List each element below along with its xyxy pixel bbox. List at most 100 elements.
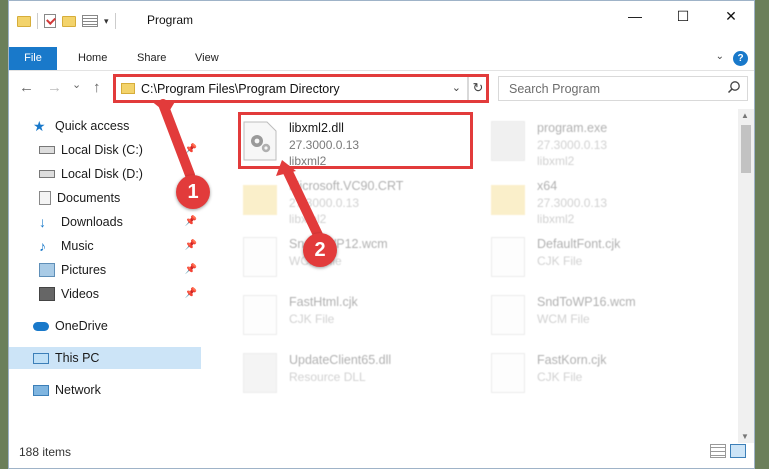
sidebar-item-label: Documents: [57, 191, 121, 205]
pin-icon[interactable]: 📌: [185, 144, 197, 155]
help-icon[interactable]: ?: [733, 51, 748, 66]
pictures-icon: [39, 263, 55, 277]
sidebar-item-documents[interactable]: Documents 📌: [9, 187, 201, 209]
sidebar-item-label: OneDrive: [55, 319, 108, 333]
file-item-fastkorn[interactable]: FastKorn.cjk CJK File: [481, 347, 721, 407]
drive-icon: [39, 170, 55, 178]
documents-icon: [39, 191, 51, 205]
sidebar-item-label: Local Disk (C:): [61, 143, 143, 157]
file-name: UpdateClient65.dll: [289, 353, 392, 367]
file-icon: [243, 295, 277, 335]
pc-icon: [33, 352, 49, 364]
folder-icon: [17, 15, 31, 27]
videos-icon: [39, 287, 55, 301]
sidebar-item-local-disk-c[interactable]: Local Disk (C:) 📌: [9, 139, 201, 161]
file-description: libxml2: [537, 154, 575, 168]
file-name: x64: [537, 179, 558, 193]
file-icon: [491, 353, 525, 393]
sidebar-item-label: Local Disk (D:): [61, 167, 143, 181]
file-icon: [491, 295, 525, 335]
sidebar-item-pictures[interactable]: Pictures 📌: [9, 259, 201, 281]
tab-file[interactable]: File: [9, 47, 57, 70]
chevron-down-icon[interactable]: ▾: [104, 16, 109, 27]
file-item-program-exe[interactable]: program.exe 27.3000.0.13 libxml2: [481, 115, 721, 175]
file-icon: [491, 237, 525, 277]
file-item-sndtowp12[interactable]: SndToWP12.wcm WCM File: [233, 231, 473, 291]
drive-icon: [39, 146, 55, 154]
details-view-icon[interactable]: [710, 444, 726, 458]
pin-icon[interactable]: 📌: [185, 240, 197, 251]
pin-icon[interactable]: 📌: [185, 288, 197, 299]
title-bar: ▾ Program — ☐ ✕: [9, 1, 754, 41]
sidebar-item-videos[interactable]: Videos 📌: [9, 283, 201, 305]
close-button[interactable]: ✕: [708, 1, 754, 31]
minimize-button[interactable]: —: [612, 1, 658, 31]
navigation-pane: ★ Quick access Local Disk (C:) 📌 Local D…: [9, 109, 201, 441]
file-item-fasthtml[interactable]: FastHtml.cjk CJK File: [233, 289, 473, 349]
sidebar-item-onedrive[interactable]: OneDrive: [9, 315, 201, 337]
tab-view[interactable]: View: [195, 47, 219, 70]
forward-arrow-icon[interactable]: →: [47, 79, 62, 96]
vertical-scrollbar[interactable]: ▲ ▼: [738, 109, 754, 443]
status-bar: 188 items: [9, 441, 754, 463]
file-name: program.exe: [537, 121, 608, 135]
window-title: Program: [147, 13, 194, 27]
music-icon: ♪: [39, 238, 46, 254]
file-item-x64[interactable]: x64 27.3000.0.13 libxml2: [481, 173, 721, 233]
sidebar-item-quick-access[interactable]: ★ Quick access: [9, 115, 201, 137]
sidebar-item-label: Quick access: [55, 119, 130, 133]
file-item-updateclient65[interactable]: UpdateClient65.dll Resource DLL: [233, 347, 473, 407]
search-input[interactable]: Search Program: [498, 76, 748, 101]
file-item-vc90-crt[interactable]: Microsoft.VC90.CRT 27.3000.0.13 libxml2: [233, 173, 473, 233]
scrollbar-thumb[interactable]: [741, 125, 751, 173]
sidebar-item-local-disk-d[interactable]: Local Disk (D:): [9, 163, 201, 185]
ribbon-tabs: File Home Share View ⌄ ?: [9, 47, 754, 71]
sidebar-item-network[interactable]: Network: [9, 379, 201, 401]
sidebar-item-downloads[interactable]: ↓ Downloads 📌: [9, 211, 201, 233]
new-folder-icon[interactable]: [62, 15, 76, 27]
sidebar-item-label: Music: [61, 239, 94, 253]
maximize-button[interactable]: ☐: [660, 1, 706, 31]
properties-check-icon[interactable]: [44, 14, 56, 28]
up-arrow-icon[interactable]: ↑: [93, 79, 101, 96]
file-name: Microsoft.VC90.CRT: [289, 179, 404, 193]
sidebar-item-label: Downloads: [61, 215, 123, 229]
pin-icon[interactable]: 📌: [185, 216, 197, 227]
file-type: CJK File: [289, 312, 335, 326]
scroll-up-icon[interactable]: ▲: [741, 111, 749, 120]
file-name: FastHtml.cjk: [289, 295, 358, 309]
sidebar-item-music[interactable]: ♪ Music 📌: [9, 235, 201, 257]
tab-share[interactable]: Share: [137, 47, 166, 70]
sidebar-item-this-pc[interactable]: This PC: [9, 347, 201, 369]
customize-toolbar-icon[interactable]: [82, 15, 98, 27]
item-count: 188 items: [19, 445, 72, 459]
file-item-defaultfont[interactable]: DefaultFont.cjk CJK File: [481, 231, 721, 291]
sidebar-item-label: Network: [55, 383, 101, 397]
file-icon: [243, 237, 277, 277]
navigation-bar: ← → ⌄ ↑ C:\Program Files\Program Directo…: [9, 73, 754, 105]
tab-home[interactable]: Home: [78, 47, 107, 70]
sidebar-item-label: Pictures: [61, 263, 107, 277]
file-name: SndToWP16.wcm: [537, 295, 636, 309]
file-list: libxml2.dll 27.3000.0.13 libxml2 program…: [219, 109, 739, 443]
search-icon[interactable]: [727, 80, 741, 94]
chevron-down-icon[interactable]: ⌄: [716, 51, 724, 62]
sidebar-item-label: This PC: [55, 351, 100, 365]
scroll-down-icon[interactable]: ▼: [741, 432, 749, 441]
cloud-icon: [33, 321, 49, 331]
divider: [37, 13, 38, 29]
file-name: FastKorn.cjk: [537, 353, 607, 367]
pin-icon[interactable]: 📌: [185, 264, 197, 275]
file-explorer-window: ▾ Program — ☐ ✕ File Home Share View ⌄ ?…: [8, 0, 755, 469]
file-version: 27.3000.0.13: [537, 196, 608, 210]
file-item-sndtowp16[interactable]: SndToWP16.wcm WCM File: [481, 289, 721, 349]
recent-locations-icon[interactable]: ⌄: [72, 78, 81, 91]
back-arrow-icon[interactable]: ←: [19, 79, 34, 96]
folder-icon: [491, 185, 525, 215]
large-icons-view-icon[interactable]: [730, 444, 746, 458]
file-version: 27.3000.0.13: [537, 138, 608, 152]
file-description: libxml2: [537, 212, 575, 226]
file-type: WCM File: [537, 312, 590, 326]
download-icon: ↓: [39, 214, 46, 230]
file-version: 27.3000.0.13: [289, 196, 360, 210]
